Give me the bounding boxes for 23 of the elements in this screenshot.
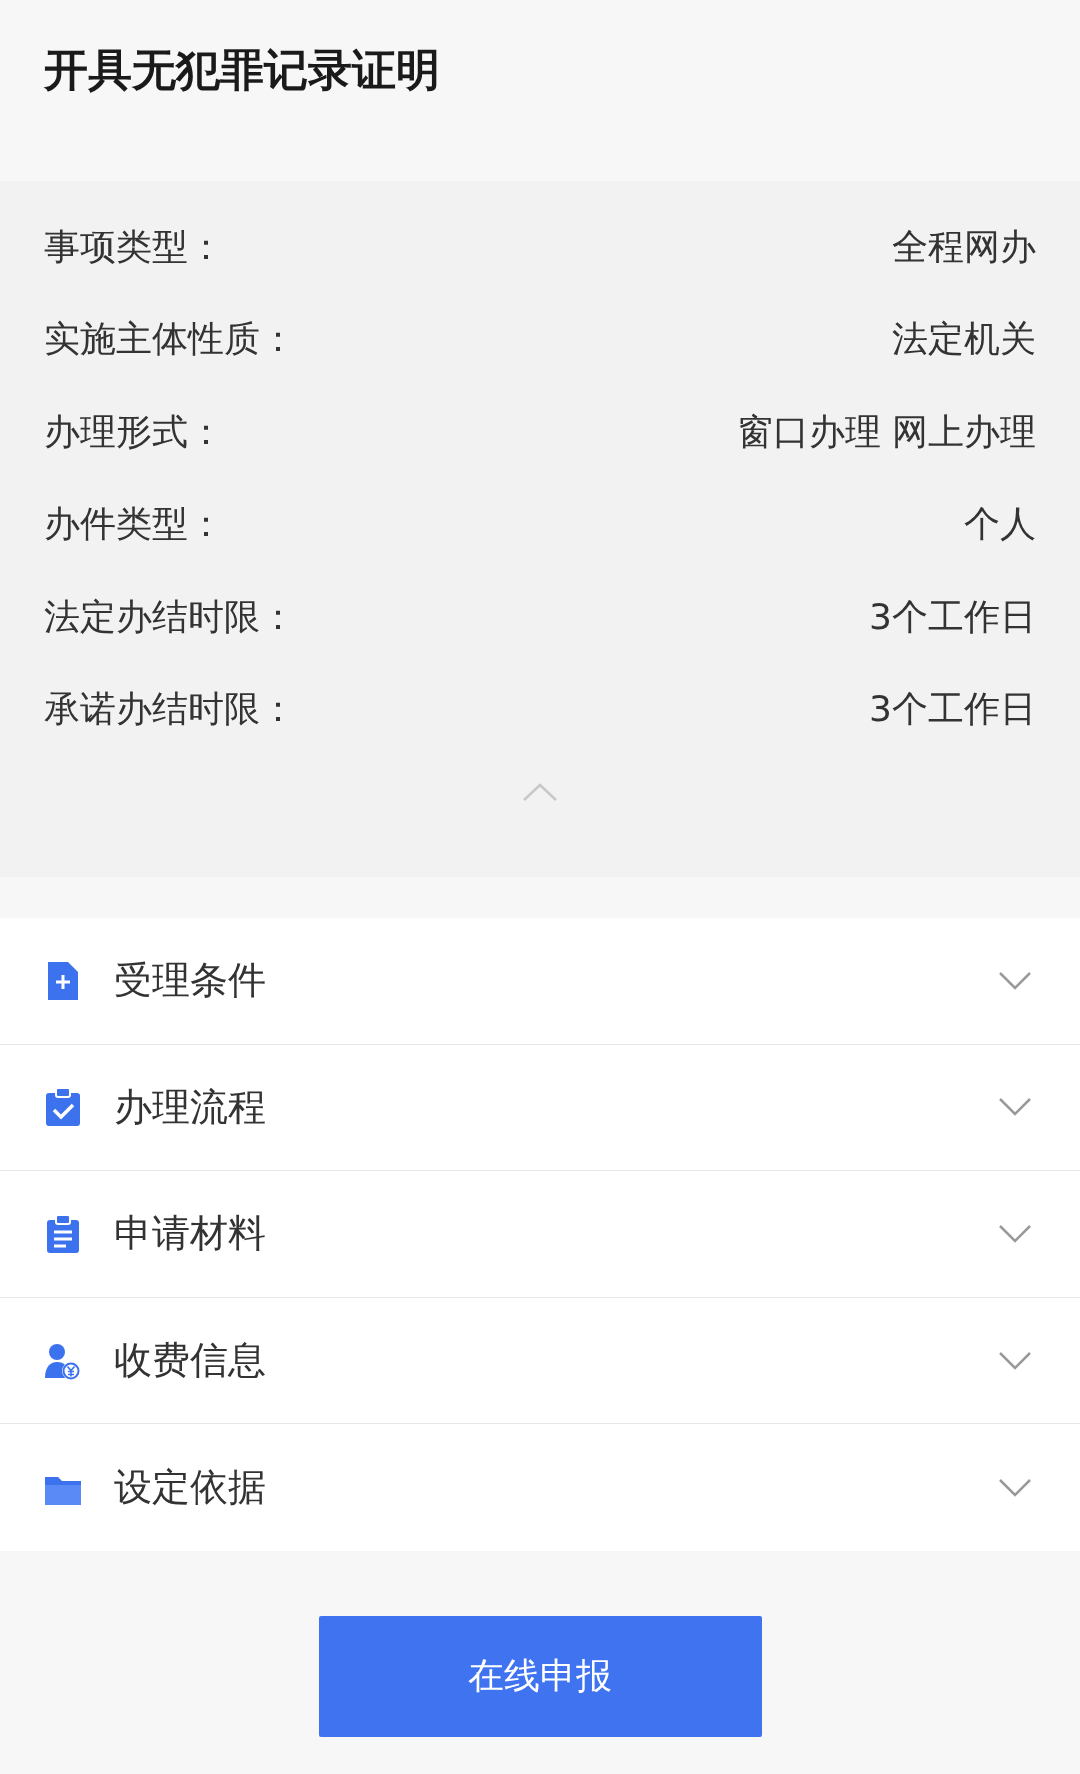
info-value: 全程网办 [892,224,1036,269]
info-value: 窗口办理 网上办理 [736,409,1036,454]
info-label: 法定办结时限： [44,594,296,639]
info-value: 法定机关 [892,317,1036,362]
info-value: 3个工作日 [869,594,1036,639]
submit-button[interactable]: 在线申报 [318,1615,762,1737]
info-label: 事项类型： [44,224,224,269]
info-label: 办理形式： [44,409,224,454]
person-coin-icon [44,1341,82,1380]
info-label: 办件类型： [44,502,224,547]
accordion-item[interactable]: 收费信息 [0,1297,1080,1425]
info-value: 3个工作日 [869,687,1036,732]
accordion-item[interactable]: 申请材料 [0,1171,1080,1298]
clipboard-list-icon [44,1215,82,1253]
page-title: 开具无犯罪记录证明 [44,43,440,97]
accordion-item[interactable]: 设定依据 [0,1424,1080,1551]
collapse-caret-icon[interactable] [522,782,558,802]
info-label: 承诺办结时限： [44,687,296,732]
accordion-item[interactable]: 办理流程 [0,1044,1080,1172]
info-value: 个人 [964,502,1036,547]
clipboard-check-icon [44,1088,82,1127]
accordion-item[interactable]: 受理条件 [0,918,1080,1045]
info-label: 实施主体性质： [44,317,296,362]
